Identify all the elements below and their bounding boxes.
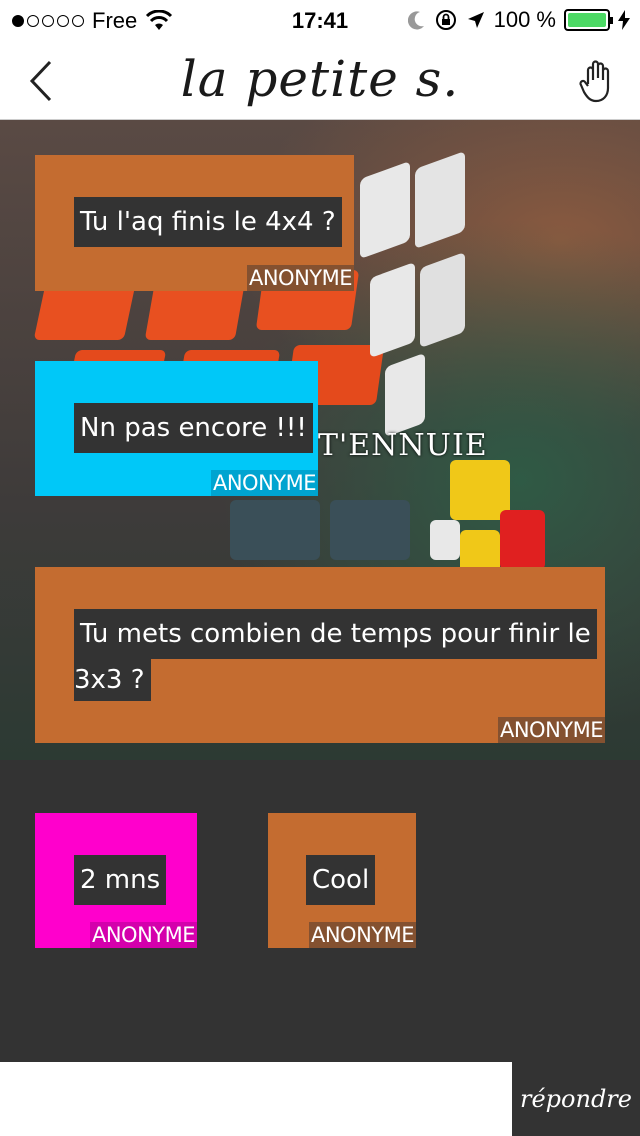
message-card[interactable]: 2 mns ANONYME bbox=[35, 813, 197, 948]
message-author: ANONYME bbox=[246, 265, 354, 291]
message-card[interactable]: Nn pas encore !!! ANONYME bbox=[35, 361, 318, 496]
message-author: ANONYME bbox=[89, 922, 197, 948]
photo-overlay-text: T'ENNUIE bbox=[318, 428, 488, 463]
charging-bolt-icon bbox=[618, 10, 630, 30]
message-text: Nn pas encore !!! bbox=[74, 403, 313, 453]
message-card[interactable]: Tu l'aq finis le 4x4 ? ANONYME bbox=[35, 155, 354, 291]
battery-percent: 100 % bbox=[493, 7, 556, 32]
moon-icon bbox=[407, 11, 424, 30]
battery-icon bbox=[564, 9, 613, 31]
reply-input[interactable] bbox=[0, 1062, 512, 1136]
message-author: ANONYME bbox=[210, 470, 318, 496]
location-arrow-icon bbox=[467, 12, 484, 28]
reply-bar: répondre bbox=[0, 1062, 640, 1136]
rotation-lock-icon bbox=[435, 10, 456, 30]
message-author: ANONYME bbox=[497, 717, 605, 743]
message-card[interactable]: Cool ANONYME bbox=[268, 813, 416, 948]
app-logo: la petite s. bbox=[180, 50, 460, 108]
message-text: Tu l'aq finis le 4x4 ? bbox=[74, 197, 342, 247]
status-right: 100 % bbox=[407, 7, 630, 33]
message-text: Cool bbox=[306, 855, 376, 905]
nav-bar: la petite s. bbox=[0, 40, 640, 120]
message-text: 2 mns bbox=[74, 855, 167, 905]
message-author: ANONYME bbox=[308, 922, 416, 948]
hand-icon[interactable] bbox=[578, 58, 618, 104]
message-text-line2: 3x3 ? bbox=[74, 659, 151, 701]
reply-button[interactable]: répondre bbox=[512, 1062, 640, 1136]
status-bar: Free 17:41 100 % bbox=[0, 0, 640, 40]
message-card[interactable]: Tu mets combien de temps pour finir le 3… bbox=[35, 567, 605, 743]
message-text: Tu mets combien de temps pour finir le bbox=[74, 609, 597, 659]
